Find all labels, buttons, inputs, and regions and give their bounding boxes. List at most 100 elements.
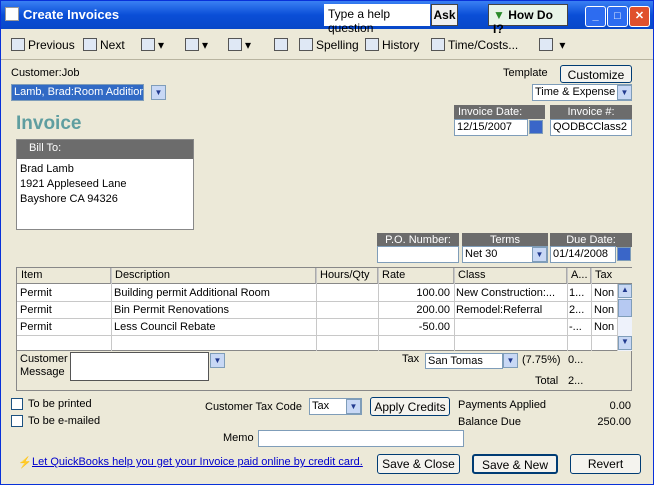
help-question-input[interactable]: Type a help question bbox=[324, 4, 430, 35]
due-date-field[interactable]: 01/14/2008 bbox=[550, 246, 616, 263]
amount-cell[interactable]: 1... bbox=[569, 287, 584, 299]
triangle-down-icon: ▼ bbox=[493, 8, 505, 22]
send-icon bbox=[185, 38, 199, 51]
window-title: Create Invoices bbox=[23, 7, 120, 22]
tax-item-select[interactable]: San Tomas bbox=[425, 353, 503, 369]
table-scrollbar[interactable]: ▲ ▼ bbox=[617, 284, 632, 351]
memo-field[interactable] bbox=[258, 430, 464, 447]
history-button[interactable]: History bbox=[365, 38, 419, 52]
chevron-down-icon[interactable]: ▼ bbox=[503, 353, 518, 368]
ask-button[interactable]: Ask bbox=[431, 4, 458, 26]
description-cell[interactable]: Building permit Additional Room bbox=[114, 287, 270, 299]
scroll-down-icon[interactable]: ▼ bbox=[618, 336, 632, 350]
chevron-down-icon[interactable]: ▼ bbox=[210, 353, 225, 368]
template-label: Template bbox=[503, 67, 548, 79]
maximize-button[interactable]: □ bbox=[607, 6, 628, 27]
column-header-tax[interactable]: Tax bbox=[591, 268, 632, 284]
layout-button[interactable]: ▾ bbox=[539, 38, 565, 52]
save-new-button[interactable]: Save & New bbox=[472, 454, 558, 474]
create-invoices-window: Create Invoices Type a help question Ask… bbox=[0, 0, 654, 485]
invoice-number-label: Invoice #: bbox=[550, 105, 632, 119]
table-row[interactable]: Permit Building permit Additional Room 1… bbox=[17, 285, 617, 302]
chevron-down-icon[interactable]: ▼ bbox=[617, 85, 632, 100]
column-header-description[interactable]: Description bbox=[111, 268, 316, 284]
amount-cell[interactable]: 2... bbox=[569, 304, 584, 316]
bill-to-line[interactable]: Brad Lamb bbox=[17, 162, 193, 177]
table-row[interactable]: Permit Bin Permit Renovations 200.00 Rem… bbox=[17, 302, 617, 319]
revert-button[interactable]: Revert bbox=[570, 454, 641, 474]
save-close-button[interactable]: Save & Close bbox=[377, 454, 460, 474]
next-button[interactable]: Next bbox=[83, 38, 125, 52]
class-cell[interactable]: Remodel:Referral bbox=[456, 304, 565, 316]
invoice-number-field[interactable]: QODBCClass2 bbox=[550, 119, 632, 136]
previous-icon bbox=[11, 38, 25, 51]
previous-button[interactable]: Previous bbox=[11, 38, 75, 52]
payments-applied-value: 0.00 bbox=[609, 400, 631, 412]
scroll-thumb[interactable] bbox=[618, 299, 632, 317]
time-costs-button[interactable]: Time/Costs... bbox=[431, 38, 518, 52]
column-header-item[interactable]: Item bbox=[17, 268, 111, 284]
time-costs-label: Time/Costs... bbox=[448, 38, 519, 52]
customize-button[interactable]: Customize bbox=[560, 65, 632, 83]
description-cell[interactable]: Bin Permit Renovations bbox=[114, 304, 229, 316]
spelling-button[interactable]: Spelling bbox=[299, 38, 359, 52]
tax-cell[interactable]: Non bbox=[594, 304, 614, 316]
amount-cell[interactable]: -... bbox=[569, 321, 582, 333]
customer-message-label-1: Customer bbox=[20, 353, 68, 365]
tax-cell[interactable]: Non bbox=[594, 287, 614, 299]
clock-icon bbox=[431, 38, 445, 51]
title-bar: Create Invoices Type a help question Ask… bbox=[1, 1, 653, 36]
history-icon bbox=[365, 38, 379, 51]
to-be-emailed-checkbox[interactable] bbox=[11, 415, 23, 427]
rate-cell[interactable]: -50.00 bbox=[378, 321, 450, 333]
balance-due-label: Balance Due bbox=[458, 416, 521, 428]
send-button[interactable]: ▾ bbox=[185, 38, 208, 52]
customer-message-field[interactable] bbox=[70, 352, 209, 381]
bill-to-line[interactable]: 1921 Appleseed Lane bbox=[17, 177, 193, 192]
item-cell[interactable]: Permit bbox=[20, 321, 52, 333]
printer-icon bbox=[141, 38, 155, 51]
memo-label: Memo bbox=[223, 432, 254, 444]
scroll-up-icon[interactable]: ▲ bbox=[618, 284, 632, 298]
print-button[interactable]: ▾ bbox=[141, 38, 164, 52]
tax-cell[interactable]: Non bbox=[594, 321, 614, 333]
item-cell[interactable]: Permit bbox=[20, 304, 52, 316]
calendar-icon[interactable] bbox=[529, 120, 543, 134]
customer-job-select[interactable]: Lamb, Brad:Room Addition bbox=[11, 84, 144, 101]
po-number-field[interactable] bbox=[377, 246, 459, 263]
chevron-down-icon[interactable]: ▼ bbox=[346, 399, 361, 414]
next-label: Next bbox=[100, 38, 125, 52]
due-date-label: Due Date: bbox=[550, 233, 632, 247]
app-icon bbox=[5, 7, 19, 21]
close-button[interactable]: ✕ bbox=[629, 6, 650, 27]
to-be-printed-checkbox[interactable] bbox=[11, 398, 23, 410]
total-value: 2... bbox=[568, 375, 584, 387]
column-header-rate[interactable]: Rate bbox=[378, 268, 454, 284]
ship-button[interactable]: ▾ bbox=[228, 38, 251, 52]
rate-cell[interactable]: 100.00 bbox=[378, 287, 450, 299]
invoice-date-field[interactable]: 12/15/2007 bbox=[454, 119, 528, 136]
lightning-icon: ⚡ bbox=[18, 457, 32, 469]
spelling-icon bbox=[299, 38, 313, 51]
tax-amount: 0... bbox=[568, 354, 584, 366]
column-header-amount[interactable]: A... bbox=[567, 268, 591, 284]
find-icon bbox=[274, 38, 288, 51]
ship-icon bbox=[228, 38, 242, 51]
column-header-qty[interactable]: Hours/Qty bbox=[316, 268, 378, 284]
item-cell[interactable]: Permit bbox=[20, 287, 52, 299]
to-be-printed-label: To be printed bbox=[28, 398, 92, 410]
calendar-icon[interactable] bbox=[617, 247, 631, 261]
table-row[interactable]: Permit Less Council Rebate -50.00 -... N… bbox=[17, 319, 617, 336]
apply-credits-button[interactable]: Apply Credits bbox=[370, 397, 450, 416]
how-do-i-button[interactable]: ▼ How Do I? bbox=[488, 4, 568, 36]
description-cell[interactable]: Less Council Rebate bbox=[114, 321, 216, 333]
class-cell[interactable]: New Construction:... bbox=[456, 287, 565, 299]
bill-to-line[interactable]: Bayshore CA 94326 bbox=[17, 192, 193, 207]
find-button[interactable] bbox=[274, 38, 291, 52]
rate-cell[interactable]: 200.00 bbox=[378, 304, 450, 316]
column-header-class[interactable]: Class bbox=[454, 268, 567, 284]
minimize-button[interactable]: _ bbox=[585, 6, 606, 27]
online-payment-link[interactable]: Let QuickBooks help you get your Invoice… bbox=[32, 456, 363, 468]
chevron-down-icon[interactable]: ▼ bbox=[151, 85, 166, 100]
chevron-down-icon[interactable]: ▼ bbox=[532, 247, 547, 262]
